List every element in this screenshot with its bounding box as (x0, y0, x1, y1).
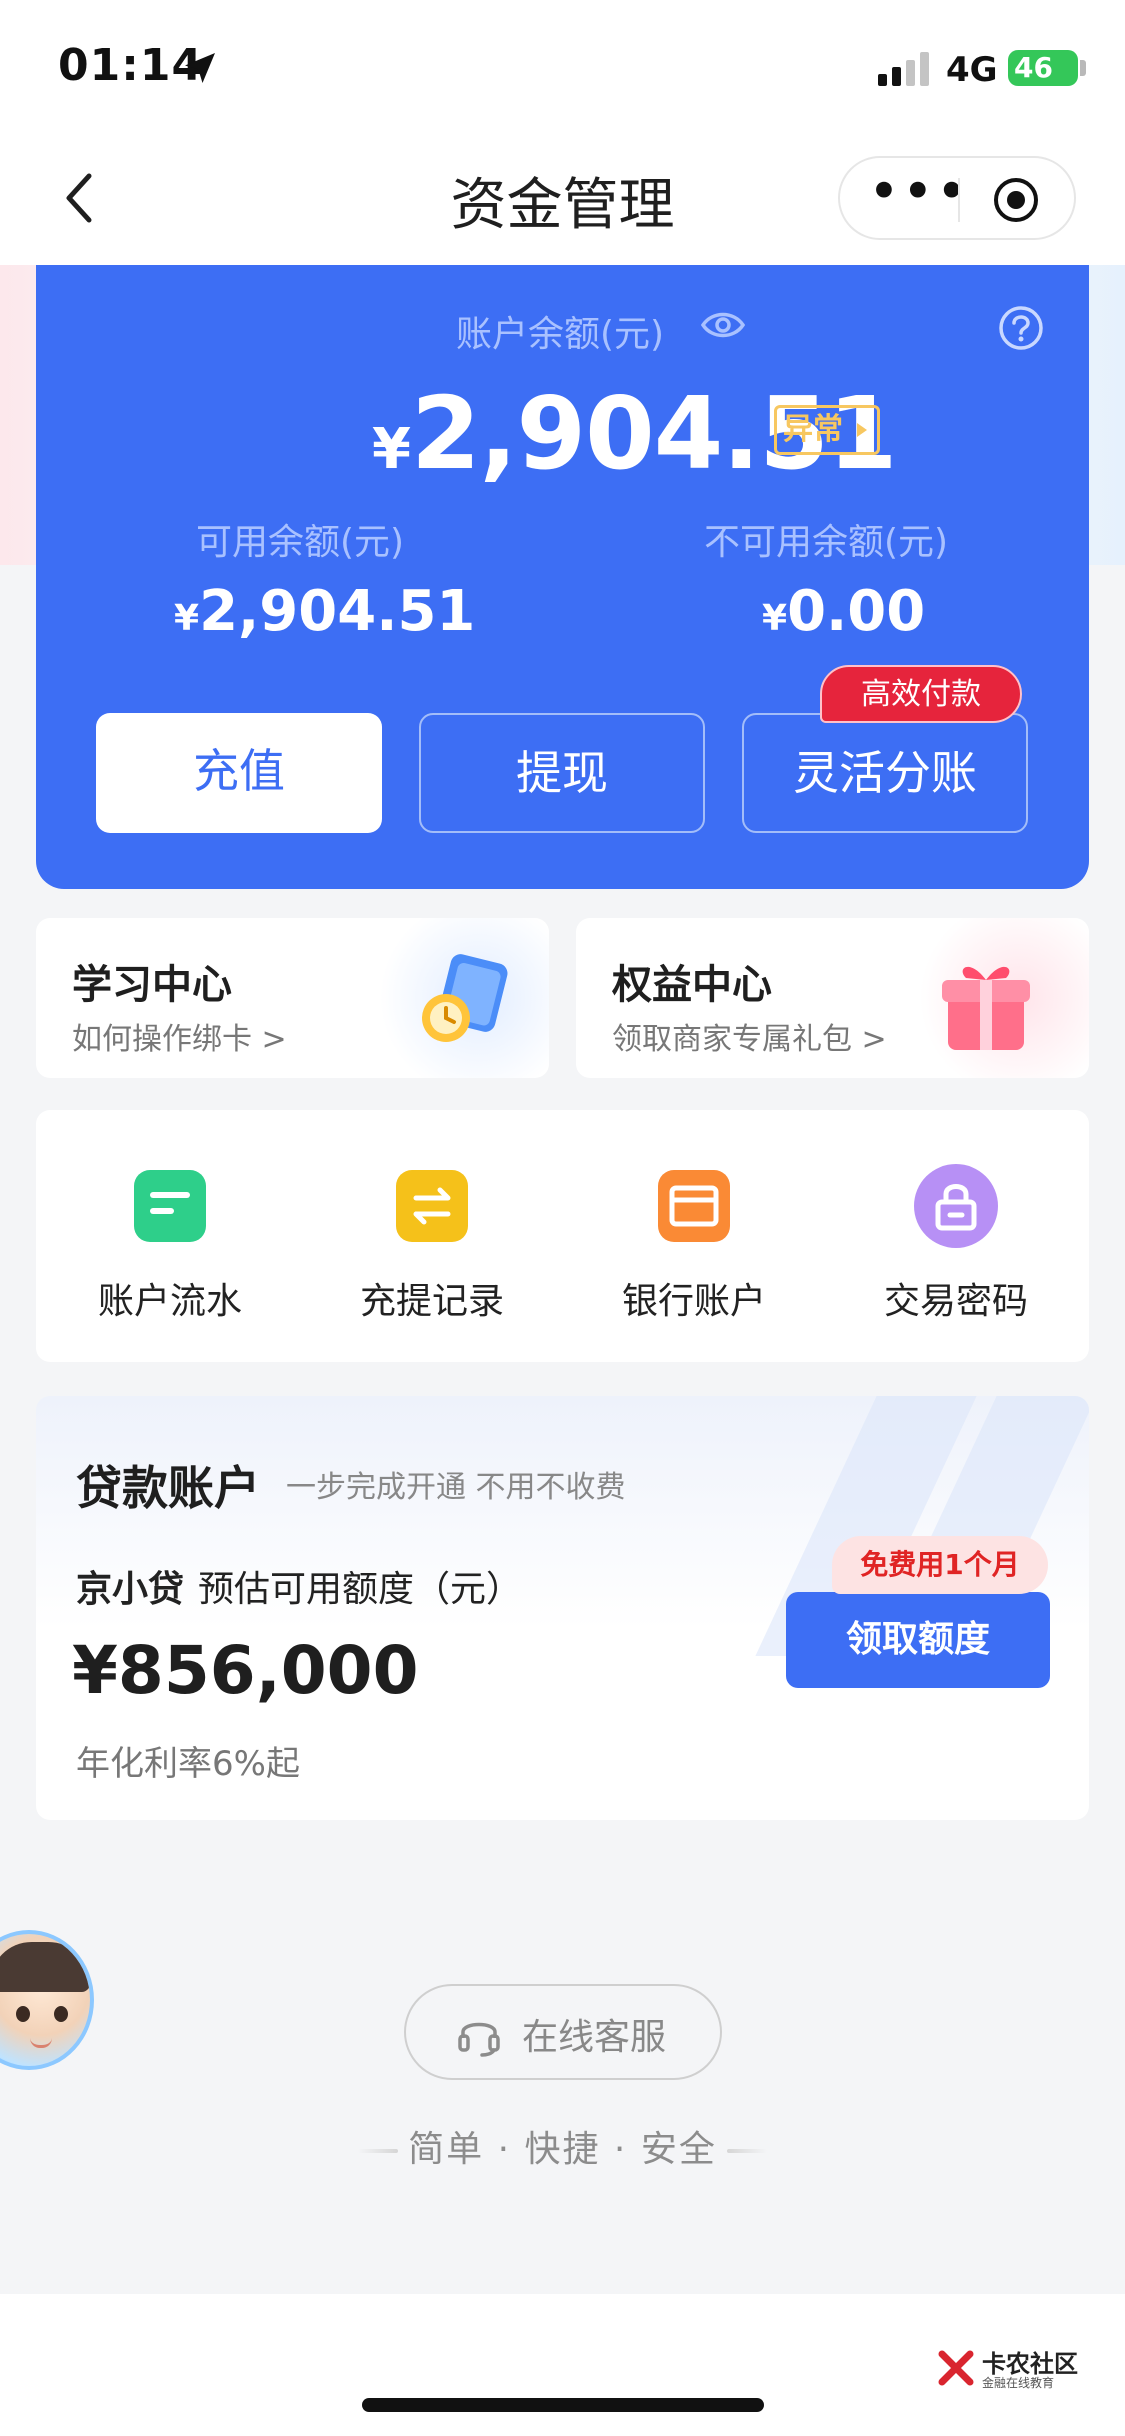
watermark-subtitle: 金融在线教育 (982, 2376, 1055, 2390)
card-outline-icon (669, 1185, 719, 1227)
padlock-icon (935, 1184, 977, 1231)
more-menu-button[interactable]: ••• (868, 165, 968, 224)
learning-center-card[interactable]: 学习中心 如何操作绑卡 > (36, 918, 549, 1078)
available-balance-label: 可用余额(元) (196, 522, 405, 563)
claim-quota-button[interactable]: 领取额度 (786, 1592, 1050, 1688)
loan-title: 贷款账户 (76, 1461, 260, 1515)
battery-indicator: 46 (1008, 50, 1078, 86)
online-service-label: 在线客服 (522, 2017, 667, 2058)
menu-item-recharge-records[interactable]: 充提记录 (332, 1170, 532, 1330)
slogan-divider (358, 2149, 399, 2153)
network-type: 4G (946, 50, 998, 90)
transfer-arrows-icon (413, 1187, 451, 1225)
lock-icon (914, 1164, 998, 1248)
bank-card-icon (658, 1170, 730, 1242)
rights-center-title: 权益中心 (612, 962, 772, 1008)
miniprogram-capsule: ••• (838, 156, 1076, 240)
avatar-eye (16, 2006, 30, 2022)
efficient-payment-badge: 高效付款 (820, 665, 1022, 723)
quick-menu: 账户流水 充提记录 银行账户 交易密码 (36, 1110, 1089, 1362)
menu-item-trade-password[interactable]: 交易密码 (856, 1164, 1056, 1330)
abnormal-badge-label: 异常 (783, 412, 843, 447)
location-arrow-icon (185, 53, 215, 83)
eye-icon[interactable] (700, 309, 746, 341)
headset-icon (458, 2022, 500, 2057)
home-indicator[interactable] (362, 2398, 764, 2412)
play-triangle-icon (857, 423, 867, 437)
currency-symbol: ¥ (762, 598, 788, 639)
capsule-divider (958, 178, 960, 222)
avatar-hair (0, 1942, 90, 1992)
unavailable-balance-amount: 0.00 (787, 579, 926, 644)
rights-center-subtitle: 领取商家专属礼包 > (612, 1022, 887, 1057)
loan-subtitle: 一步完成开通 不用不收费 (286, 1470, 626, 1505)
learning-center-subtitle: 如何操作绑卡 > (72, 1022, 287, 1057)
currency-symbol: ¥ (372, 417, 411, 482)
slogan-divider (726, 2149, 767, 2153)
avatar-mouth (30, 2038, 52, 2048)
currency-symbol: ¥ (174, 598, 200, 639)
help-icon[interactable] (998, 305, 1044, 351)
online-service-button[interactable]: 在线客服 (404, 1984, 722, 2080)
available-balance: ¥2,904.51 (174, 579, 475, 644)
abnormal-badge[interactable]: 异常 (774, 405, 880, 455)
gift-box-icon (942, 966, 1030, 1050)
loan-account-card: 贷款账户 一步完成开通 不用不收费 京小贷 预估可用额度（元） ¥856,000 … (36, 1396, 1089, 1820)
balance-card: 账户余额(元) ¥2,904.51 异常 可用余额(元) ¥2,904.51 不… (36, 265, 1089, 889)
loan-product-name: 京小贷 (76, 1569, 185, 1610)
slogan: 简单 · 快捷 · 安全 (0, 2120, 1125, 2172)
free-month-badge: 免费用1个月 (832, 1536, 1048, 1594)
menu-item-bank-account[interactable]: 银行账户 (594, 1170, 794, 1330)
menu-label: 充提记录 (359, 1281, 504, 1322)
assistant-avatar[interactable] (0, 1930, 94, 2070)
unavailable-balance: ¥0.00 (762, 579, 925, 644)
menu-label: 银行账户 (621, 1281, 766, 1322)
loan-product-line: 京小贷 预估可用额度（元） (76, 1560, 522, 1612)
learning-center-title: 学习中心 (72, 962, 232, 1008)
withdraw-button[interactable]: 提现 (419, 713, 705, 833)
slogan-text: 简单 · 快捷 · 安全 (408, 2129, 717, 2170)
balance-label: 账户余额(元) (456, 314, 665, 355)
book-clock-icon (422, 954, 508, 1042)
available-balance-amount: 2,904.51 (199, 579, 476, 644)
statement-icon (134, 1170, 206, 1242)
battery-level: 46 (1014, 51, 1053, 84)
watermark: 卡农社区 金融在线教育 (936, 2344, 1096, 2394)
loan-quota-label: 预估可用额度（元） (198, 1569, 523, 1610)
loan-amount: ¥856,000 (72, 1632, 419, 1709)
watermark-logo-icon (938, 2350, 974, 2386)
cellular-signal-icon (878, 52, 929, 86)
menu-label: 交易密码 (883, 1281, 1028, 1322)
recharge-button[interactable]: 充值 (96, 713, 382, 833)
transfer-icon (396, 1170, 468, 1242)
menu-item-statement[interactable]: 账户流水 (70, 1170, 270, 1330)
status-bar: 01:14 4G 46 (0, 0, 1125, 140)
loan-rate: 年化利率6%起 (76, 1744, 300, 1784)
split-payment-button[interactable]: 灵活分账 (742, 713, 1028, 833)
unavailable-balance-label: 不可用余额(元) (704, 522, 949, 563)
close-target-icon[interactable] (992, 176, 1040, 224)
battery-nub (1080, 60, 1086, 76)
avatar-eye (54, 2006, 68, 2022)
rights-center-card[interactable]: 权益中心 领取商家专属礼包 > (576, 918, 1089, 1078)
menu-label: 账户流水 (97, 1281, 242, 1322)
